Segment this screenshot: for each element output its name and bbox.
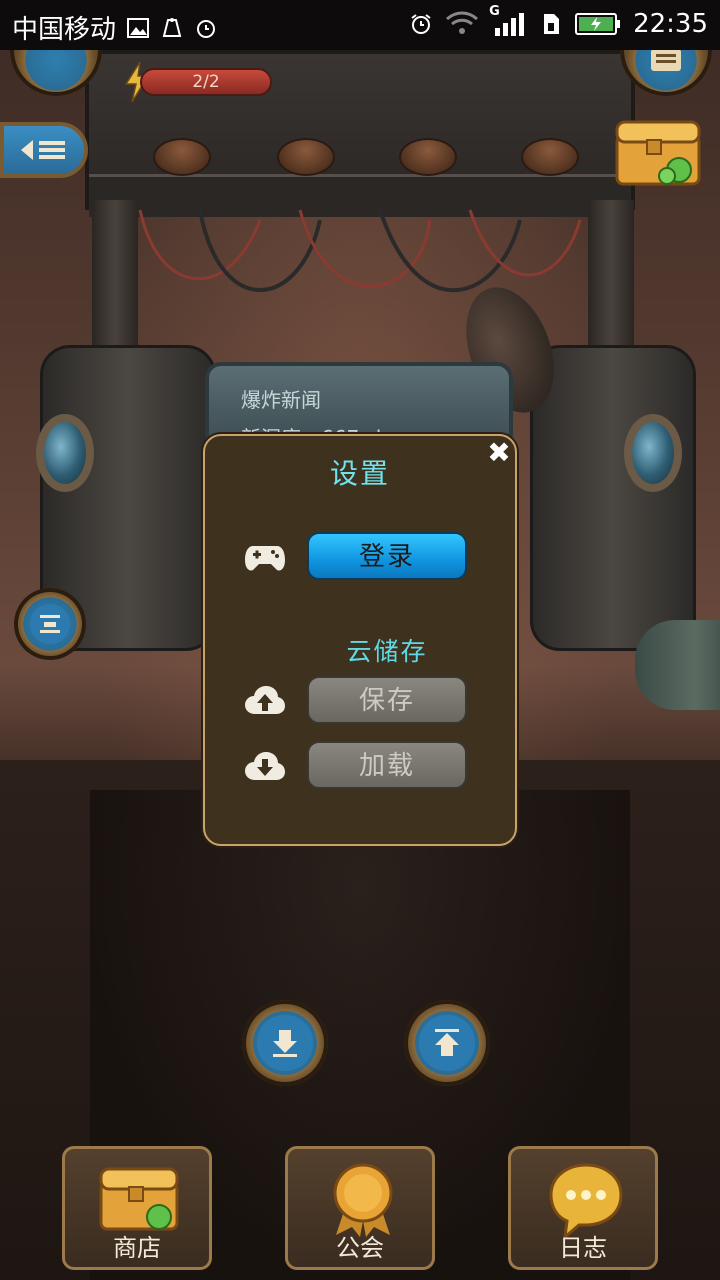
- upload-top-icon: [435, 1029, 459, 1056]
- cloud-upload-icon: [245, 686, 285, 714]
- medal-icon: [333, 1163, 393, 1237]
- cloud-download-icon: [245, 752, 285, 780]
- shop-tab[interactable]: 商店: [62, 1146, 212, 1270]
- guild-label: 公会: [336, 1234, 384, 1262]
- status-bar: 中国移动 G 22:35: [0, 0, 720, 50]
- upload-gear-button[interactable]: [404, 1000, 490, 1086]
- sim-icon: [544, 14, 560, 34]
- clock: 22:35: [633, 9, 708, 39]
- treasure-chest-icon[interactable]: [613, 118, 703, 188]
- gamepad-icon: [245, 546, 285, 571]
- timer-icon: [197, 19, 216, 38]
- energy-bar: 2/2: [140, 68, 272, 96]
- log-tab[interactable]: 日志: [508, 1146, 658, 1270]
- close-icon[interactable]: ✖: [486, 439, 512, 467]
- barrel: [635, 620, 720, 710]
- image-icon: [127, 17, 150, 38]
- save-button[interactable]: 保存: [307, 676, 467, 724]
- right-porthole: [624, 414, 682, 492]
- signal-icon: [495, 13, 525, 36]
- usb-icon: [162, 17, 182, 37]
- energy-text: 2/2: [192, 72, 220, 92]
- log-label: 日志: [559, 1234, 607, 1262]
- back-list-icon: [21, 140, 65, 160]
- shop-label: 商店: [113, 1234, 161, 1262]
- chest-icon: [99, 1167, 179, 1231]
- load-button[interactable]: 加载: [307, 741, 467, 789]
- dialog-title: 设置: [329, 457, 390, 490]
- signal-indicator: G: [489, 4, 527, 38]
- right-boiler: [530, 345, 696, 651]
- left-porthole: [36, 414, 94, 492]
- cloud-storage-label: 云储存: [346, 637, 428, 666]
- login-button[interactable]: 登录: [307, 532, 467, 580]
- battery-icon: [575, 13, 621, 35]
- news-title: 爆炸新闻: [241, 388, 321, 412]
- guild-tab[interactable]: 公会: [285, 1146, 435, 1270]
- alarm-icon: [411, 14, 431, 34]
- settings-dialog: 设置 ✖ 登录 云储存 保存 加载: [203, 434, 517, 846]
- download-gear-button[interactable]: [242, 1000, 328, 1086]
- wifi-icon: [446, 11, 479, 34]
- side-menu-button[interactable]: [0, 122, 88, 178]
- align-icon: [40, 615, 60, 633]
- left-middle-gear-button[interactable]: [14, 588, 86, 660]
- carrier-name: 中国移动: [12, 15, 117, 45]
- chat-bubble-icon: [549, 1163, 623, 1239]
- download-icon: [273, 1030, 297, 1057]
